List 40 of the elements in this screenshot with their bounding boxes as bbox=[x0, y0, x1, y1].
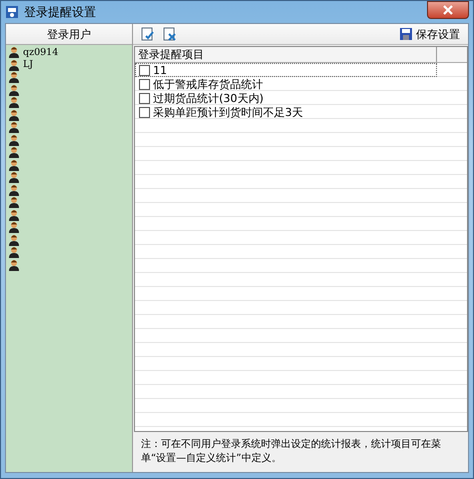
reminder-item: 低于警戒库存货品统计 bbox=[153, 76, 263, 92]
users-header: 登录用户 bbox=[6, 24, 132, 45]
close-button[interactable] bbox=[427, 1, 469, 19]
person-icon bbox=[8, 121, 20, 134]
person-icon bbox=[8, 71, 20, 84]
person-icon bbox=[8, 184, 20, 196]
checkbox[interactable] bbox=[139, 92, 150, 104]
crossed-document-icon bbox=[163, 27, 177, 41]
person-icon bbox=[8, 146, 20, 158]
person-icon bbox=[8, 108, 20, 121]
person-icon bbox=[8, 46, 20, 58]
person-icon bbox=[8, 134, 20, 146]
select-all-button[interactable] bbox=[141, 27, 155, 41]
person-icon bbox=[8, 171, 20, 184]
clear-button[interactable] bbox=[163, 27, 177, 41]
checkbox[interactable] bbox=[139, 64, 150, 76]
note-text: 注：可在不同用户登录系统时弹出设定的统计报表，统计项目可在菜单“设置—自定义统计”中定义。 bbox=[140, 438, 442, 466]
user-name[interactable]: qz0914 bbox=[23, 46, 58, 58]
person-icon bbox=[8, 208, 20, 221]
person-icon bbox=[8, 258, 20, 271]
save-button[interactable]: 保存设置 bbox=[400, 26, 460, 42]
reminder-item: 11 bbox=[153, 64, 167, 76]
person-icon bbox=[8, 96, 20, 108]
person-icon bbox=[8, 58, 20, 71]
person-icon bbox=[8, 221, 20, 234]
user-name[interactable]: LJ bbox=[23, 59, 34, 70]
close-icon bbox=[443, 5, 453, 15]
person-icon bbox=[8, 196, 20, 208]
checkbox[interactable] bbox=[139, 106, 150, 118]
column-header: 登录提醒项目 bbox=[135, 47, 437, 62]
window-title: 登录提醒设置 bbox=[24, 4, 96, 20]
window-icon bbox=[5, 5, 19, 19]
person-icon bbox=[8, 234, 20, 246]
checked-document-icon bbox=[141, 27, 155, 41]
person-icon bbox=[8, 246, 20, 258]
reminder-item: 采购单距预计到货时间不足3天 bbox=[153, 104, 303, 120]
person-icon bbox=[8, 84, 20, 96]
person-icon bbox=[8, 158, 20, 171]
checkbox[interactable] bbox=[139, 78, 150, 90]
reminder-item: 过期货品统计(30天内) bbox=[153, 90, 264, 106]
